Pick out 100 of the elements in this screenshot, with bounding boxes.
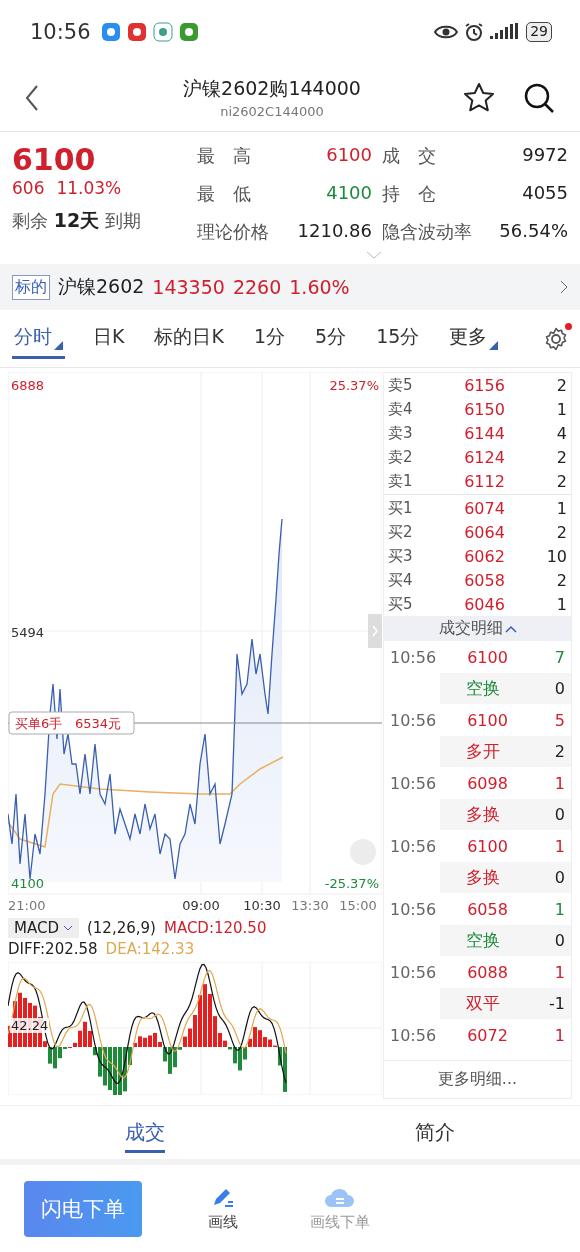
period-tab[interactable]: 标的日K	[152, 318, 226, 359]
bid-price: 6062	[463, 546, 506, 566]
chevron-right-icon[interactable]	[560, 280, 568, 294]
trade-price: 6072	[466, 1025, 509, 1045]
time-label: 09:00	[182, 898, 220, 913]
macd-axis-label: 42.24	[10, 1018, 50, 1033]
position-change: -1	[548, 994, 565, 1013]
indicator-select[interactable]: MACD	[8, 918, 79, 938]
stat-value: 9972	[522, 144, 568, 167]
stat-label: 理论价格	[197, 219, 269, 244]
trade-time: 10:56	[390, 962, 438, 982]
macd-params: (12,26,9)	[86, 919, 156, 937]
trade-type: 多开	[464, 740, 501, 763]
alarm-icon	[464, 22, 485, 42]
ask-level: 卖1	[388, 471, 414, 491]
period-tab[interactable]: 1分	[251, 318, 288, 359]
y-axis-label: 4100	[11, 876, 45, 891]
stat-value: 56.54%	[499, 219, 568, 243]
stat-label: 最 高	[197, 144, 251, 168]
y-axis-label: 5494	[11, 625, 45, 640]
app-notification-icon	[152, 22, 173, 42]
trade-volume: 7	[553, 647, 565, 667]
app-notification-icon	[178, 22, 199, 42]
battery-level: 29	[526, 22, 552, 42]
chevron-up-icon	[504, 624, 517, 633]
trade-price: 6100	[466, 836, 509, 856]
underlying-change: 2260	[232, 276, 282, 298]
period-tab[interactable]: 15分	[374, 318, 422, 359]
trade-type: 双平	[464, 992, 501, 1015]
time-label: 10:30	[243, 898, 281, 913]
app-notification-icon	[100, 22, 121, 42]
period-tab[interactable]: 分时	[12, 318, 65, 359]
dea-value: DEA:142.33	[105, 940, 195, 958]
ask-volume: 1	[555, 399, 567, 419]
trade-type: 空换	[464, 929, 501, 952]
order-marker: 买单6手 6534元	[8, 711, 135, 735]
stat-label: 隐含波动率	[382, 219, 472, 244]
stat-label: 最 低	[197, 181, 251, 206]
trade-type: 空换	[464, 677, 501, 700]
bottom-tab[interactable]: 成交	[0, 1106, 290, 1159]
diff-value: DIFF:202.58	[8, 940, 98, 958]
signal-icon	[490, 23, 521, 41]
stat-value: 1210.86	[297, 219, 372, 243]
underlying-price: 143350	[152, 276, 225, 298]
stat-value: 4100	[326, 181, 372, 205]
stat-value: 4055	[522, 181, 568, 205]
period-tab[interactable]: 日K	[91, 318, 127, 359]
position-change: 0	[553, 679, 565, 698]
eye-icon	[434, 24, 459, 40]
trade-volume: 1	[553, 773, 565, 793]
trade-volume: 1	[553, 836, 565, 856]
ask-volume: 2	[555, 471, 567, 491]
bid-volume: 2	[555, 570, 567, 590]
ask-price: 6144	[463, 423, 506, 443]
trade-time: 10:56	[390, 773, 438, 793]
period-tab[interactable]: 5分	[313, 318, 349, 359]
bid-level: 买4	[388, 570, 414, 590]
trade-volume: 5	[553, 710, 565, 730]
position-change: 2	[553, 742, 565, 761]
ask-level: 卖2	[388, 447, 414, 467]
bid-volume: 1	[555, 498, 567, 518]
price-change-percent: 11.03%	[56, 178, 122, 198]
trade-volume: 1	[553, 962, 565, 982]
ask-volume: 2	[555, 375, 567, 395]
trade-type: 多换	[464, 866, 501, 889]
trade-price: 6098	[466, 773, 509, 793]
bid-price: 6074	[463, 498, 506, 518]
trade-volume: 1	[553, 899, 565, 919]
underlying-name[interactable]: 沪镍2602	[58, 274, 145, 300]
stat-label: 持 仓	[382, 181, 436, 206]
bid-level: 买3	[388, 546, 414, 566]
time-label: 21:00	[8, 898, 46, 913]
ask-level: 卖3	[388, 423, 414, 443]
bid-volume: 10	[545, 546, 567, 566]
trade-detail-header[interactable]: 成交明细	[384, 616, 571, 641]
bid-volume: 2	[555, 522, 567, 542]
percent-label: 25.37%	[329, 378, 379, 393]
tool-button[interactable]: 画线	[202, 1184, 244, 1233]
trade-time: 10:56	[390, 1025, 438, 1045]
period-tab[interactable]: 更多	[447, 318, 501, 359]
trade-price: 6100	[466, 710, 509, 730]
position-change: 0	[553, 805, 565, 824]
position-change: 0	[553, 931, 565, 950]
bottom-tab[interactable]: 简介	[290, 1106, 580, 1159]
last-price: 6100	[12, 142, 97, 178]
ask-volume: 4	[555, 423, 567, 443]
ask-level: 卖4	[388, 399, 414, 419]
contract-code: ni2602C144000	[220, 104, 324, 119]
macd-value: MACD:120.50	[163, 919, 267, 937]
trade-time: 10:56	[390, 710, 438, 730]
percent-label: -25.37%	[324, 876, 379, 891]
ask-price: 6124	[463, 447, 506, 467]
trade-volume: 1	[553, 1025, 565, 1045]
days-to-expiry: 剩余 12天 到期	[12, 208, 142, 233]
ask-volume: 2	[555, 447, 567, 467]
chevron-down-icon	[62, 925, 73, 931]
trade-price: 6088	[466, 962, 509, 982]
ask-price: 6150	[463, 399, 506, 419]
stat-value: 6100	[326, 144, 372, 167]
app-notification-icon	[126, 22, 147, 42]
